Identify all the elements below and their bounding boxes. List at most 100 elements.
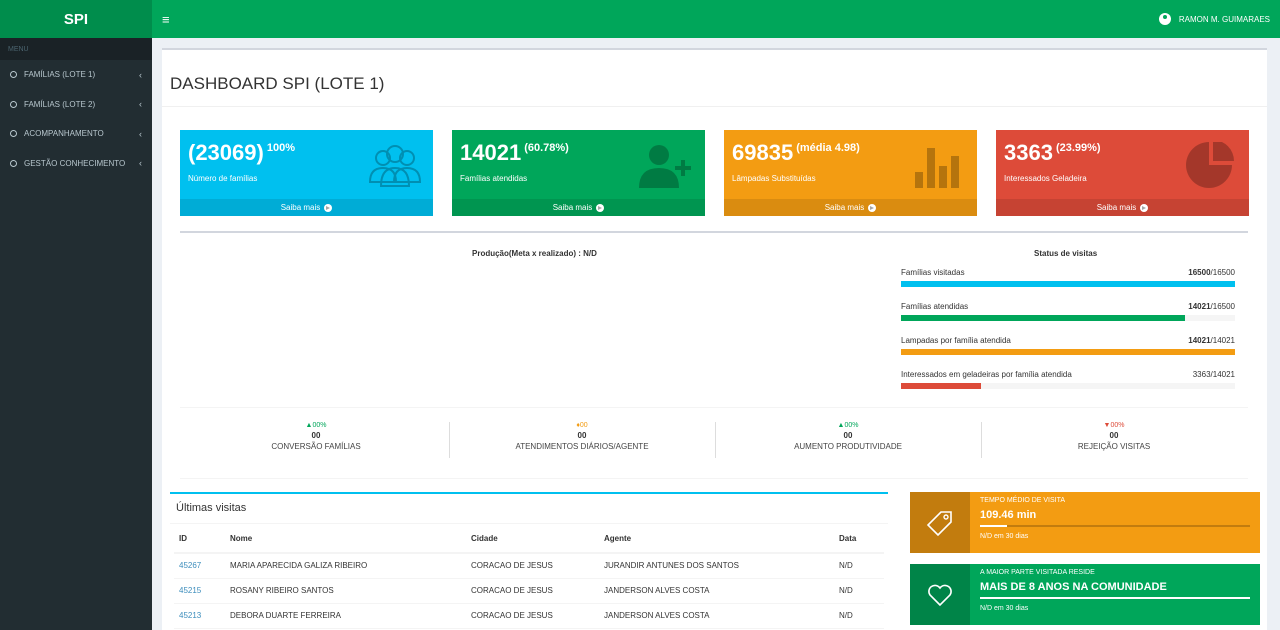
info-box-footer: N/D em 30 dias	[980, 533, 1029, 540]
stat-box-lampadas: 69835 (média 4.98) Lâmpadas Substituídas …	[724, 130, 977, 216]
progress-bar	[901, 349, 1235, 355]
sidebar: MENU FAMÍLIAS (LOTE 1) ‹ FAMÍLIAS (LOTE …	[0, 38, 152, 630]
sidebar-item-familias-lote-1[interactable]: FAMÍLIAS (LOTE 1) ‹	[0, 60, 152, 90]
info-box-value: MAIS DE 8 ANOS NA COMUNIDADE	[980, 581, 1167, 593]
production-chart-title: Produção(Meta x realizado) : N/D	[472, 249, 597, 258]
kpi-label: ATENDIMENTOS DIÁRIOS/AGENTE	[515, 442, 649, 451]
visit-date: N/D	[834, 578, 884, 604]
column-header-nome[interactable]: Nome	[225, 524, 466, 554]
sidebar-item-gestao-conhecimento[interactable]: GESTÃO CONHECIMENTO ‹	[0, 149, 152, 179]
progress-bar	[901, 281, 1235, 287]
progress-bar	[901, 315, 1235, 321]
progress-value: 3363	[1192, 370, 1211, 379]
arrow-circle-right-icon	[1140, 203, 1149, 212]
column-header-cidade[interactable]: Cidade	[466, 524, 599, 554]
pie-chart-icon	[1186, 142, 1234, 188]
latest-visits-table: ID Nome Cidade Agente Data 45267 MARIA A…	[174, 524, 884, 629]
column-header-id[interactable]: ID	[174, 524, 225, 554]
visit-id-link[interactable]: 45215	[174, 578, 225, 604]
visit-id-link[interactable]: 45267	[174, 553, 225, 579]
stat-label: Lâmpadas Substituídas	[732, 174, 816, 183]
progress-value: 14021	[1188, 336, 1211, 345]
more-info-link[interactable]: Saiba mais	[452, 199, 705, 216]
user-icon	[1158, 13, 1171, 25]
visit-city: CORACAO DE JESUS	[466, 603, 599, 629]
progress-label: Famílias visitadas	[901, 268, 965, 277]
progress-value: 14021	[1188, 302, 1211, 311]
info-box-tempo-medio: TEMPO MÉDIO DE VISITA 109.46 min N/D em …	[910, 492, 1260, 553]
progress-group: Famílias atendidas 14021/16500	[901, 302, 1235, 321]
progress-fill	[901, 281, 1235, 287]
kpi-value: 00	[311, 431, 321, 440]
info-box-progress	[980, 525, 1250, 527]
visit-date: N/D	[834, 553, 884, 579]
user-name: RAMON M. GUIMARAES	[1178, 14, 1270, 24]
info-box-progress-fill	[980, 525, 1007, 527]
stat-box-familias: (23069) 100% Número de famílias Saiba mai…	[180, 130, 433, 216]
circle-icon	[10, 100, 17, 108]
info-box-value: 109.46 min	[980, 509, 1037, 521]
visit-agent: JURANDIR ANTUNES DOS SANTOS	[599, 553, 834, 579]
visit-agent: JANDERSON ALVES COSTA	[599, 603, 834, 629]
table-row: 45267 MARIA APARECIDA GALIZA RIBEIRO COR…	[174, 553, 884, 579]
user-menu[interactable]: RAMON M. GUIMARAES	[1158, 13, 1270, 25]
stat-label: Número de famílias	[188, 174, 258, 183]
visit-city: CORACAO DE JESUS	[466, 578, 599, 604]
sidebar-item-familias-lote-2[interactable]: FAMÍLIAS (LOTE 2) ‹	[0, 90, 152, 120]
sidebar-item-label: FAMÍLIAS (LOTE 2)	[24, 99, 96, 109]
kpi-value: 00	[1109, 431, 1119, 440]
circle-icon	[10, 159, 17, 167]
user-plus-icon	[639, 145, 691, 188]
progress-group: Famílias visitadas 16500/16500	[901, 268, 1235, 287]
stat-sup: (média 4.98)	[796, 142, 860, 154]
arrow-circle-right-icon	[596, 203, 605, 212]
divider	[180, 407, 1248, 408]
info-box-progress-fill	[980, 597, 1250, 599]
visit-agent: JANDERSON ALVES COSTA	[599, 578, 834, 604]
heart-icon	[928, 584, 952, 606]
visit-city: CORACAO DE JESUS	[466, 553, 599, 579]
tag-icon	[926, 510, 952, 536]
kpi-percentage: ▲00%	[837, 422, 859, 429]
column-header-agente[interactable]: Agente	[599, 524, 834, 554]
progress-total: /14021	[1210, 370, 1235, 379]
progress-fill	[901, 383, 982, 389]
app-logo[interactable]: SPI	[0, 0, 152, 38]
progress-bar	[901, 383, 1235, 389]
sidebar-header: MENU	[0, 38, 152, 60]
more-info-link[interactable]: Saiba mais	[724, 199, 977, 216]
more-info-link[interactable]: Saiba mais	[180, 199, 433, 216]
stat-sup: (23.99%)	[1055, 142, 1101, 154]
chevron-left-icon: ‹	[139, 158, 142, 169]
kpi-value: 00	[577, 431, 587, 440]
sidebar-item-label: GESTÃO CONHECIMENTO	[24, 158, 126, 168]
visit-name: ROSANY RIBEIRO SANTOS	[225, 578, 466, 604]
page-title: DASHBOARD SPI (LOTE 1)	[170, 74, 385, 93]
top-navbar: ≡ RAMON M. GUIMARAES	[152, 0, 1280, 38]
stat-number: 3363 (23.99%)	[1004, 140, 1101, 165]
main-area: DASHBOARD SPI (LOTE 1) (23069) 100% Númer…	[152, 38, 1280, 630]
kpi-value: 00	[843, 431, 853, 440]
menu-toggle-icon[interactable]: ≡	[162, 12, 170, 27]
latest-visits-box: Últimas visitas ID Nome Cidade Agente Da…	[170, 492, 888, 630]
visit-date: N/D	[834, 603, 884, 629]
sidebar-item-acompanhamento[interactable]: ACOMPANHAMENTO ‹	[0, 119, 152, 149]
table-row: 45213 DEBORA DUARTE FERREIRA CORACAO DE …	[174, 603, 884, 629]
kpi-aumento-produtividade: ▲00% 00 AUMENTO PRODUTIVIDADE	[715, 422, 981, 451]
column-header-data[interactable]: Data	[834, 524, 884, 554]
kpi-percentage: ▲00%	[305, 422, 327, 429]
content-panel: DASHBOARD SPI (LOTE 1) (23069) 100% Númer…	[162, 48, 1267, 630]
progress-group: Interessados em geladeiras por família a…	[901, 370, 1235, 389]
kpi-percentage: ♦00	[576, 422, 588, 429]
chevron-left-icon: ‹	[139, 128, 142, 139]
kpi-label: REJEIÇÃO VISITAS	[1077, 442, 1151, 451]
table-header-row: ID Nome Cidade Agente Data	[174, 524, 884, 554]
box-top-border	[180, 231, 1248, 233]
progress-group: Lampadas por família atendida 14021/14021	[901, 336, 1235, 355]
progress-label: Interessados em geladeiras por família a…	[901, 370, 1072, 379]
circle-icon	[10, 130, 17, 138]
more-info-link[interactable]: Saiba mais	[996, 199, 1249, 216]
stat-number: (23069) 100%	[188, 140, 295, 165]
progress-fill	[901, 315, 1185, 321]
visit-id-link[interactable]: 45213	[174, 603, 225, 629]
